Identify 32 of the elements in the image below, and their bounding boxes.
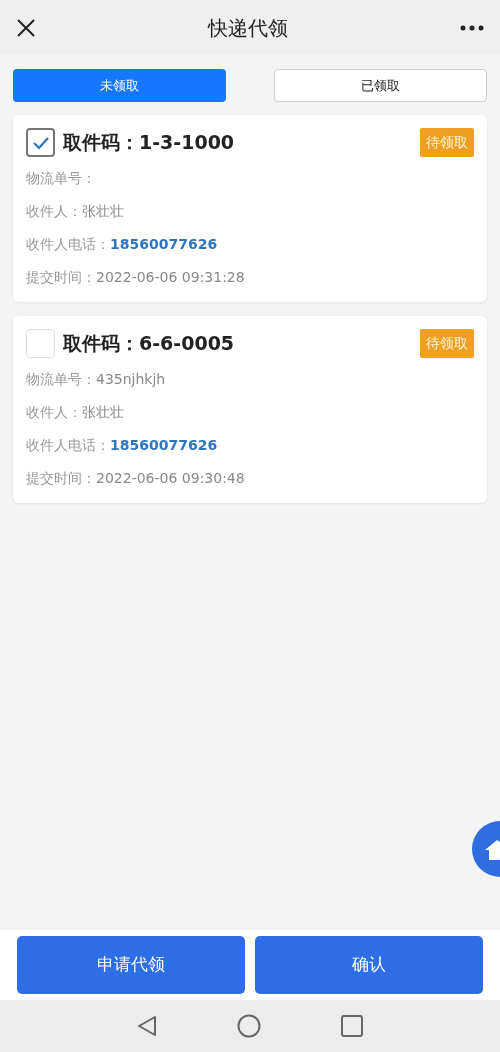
checkbox[interactable] <box>26 128 55 157</box>
status-badge: 待领取 <box>420 128 474 157</box>
tab[interactable]: 未领取 <box>13 69 226 102</box>
page-title: 快递代领 <box>208 14 288 42</box>
close-icon[interactable] <box>16 17 36 38</box>
pickup-code: 取件码：6-6-0005 <box>63 331 235 357</box>
floating-home-button[interactable] <box>471 820 500 878</box>
back-icon[interactable] <box>137 1015 157 1037</box>
action-button[interactable]: 申请代领 <box>17 936 245 994</box>
recents-icon[interactable] <box>341 1015 363 1037</box>
field-label: 提交时间： <box>26 268 96 287</box>
field-label: 物流单号： <box>26 370 96 389</box>
action-button[interactable]: 确认 <box>255 936 483 994</box>
home-icon[interactable] <box>237 1014 261 1038</box>
tab[interactable]: 已领取 <box>274 69 487 102</box>
field-label: 收件人电话： <box>26 436 110 455</box>
field-value: 张壮壮 <box>82 403 124 422</box>
field-value: 2022-06-06 09:31:28 <box>96 268 245 287</box>
checkmark-icon <box>31 135 50 150</box>
field-value: 张壮壮 <box>82 202 124 221</box>
phone-number: 18560077626 <box>110 436 218 455</box>
field-label: 收件人电话： <box>26 235 110 254</box>
status-badge: 待领取 <box>420 329 474 358</box>
field-label: 提交时间： <box>26 469 96 488</box>
field-label: 收件人： <box>26 403 82 422</box>
pickup-code: 取件码：1-3-1000 <box>63 130 235 156</box>
field-label: 收件人： <box>26 202 82 221</box>
field-value: 435njhkjh <box>96 370 166 389</box>
field-label: 物流单号： <box>26 169 96 188</box>
more-icon[interactable] <box>460 24 484 31</box>
field-value: 2022-06-06 09:30:48 <box>96 469 245 488</box>
phone-number: 18560077626 <box>110 235 218 254</box>
